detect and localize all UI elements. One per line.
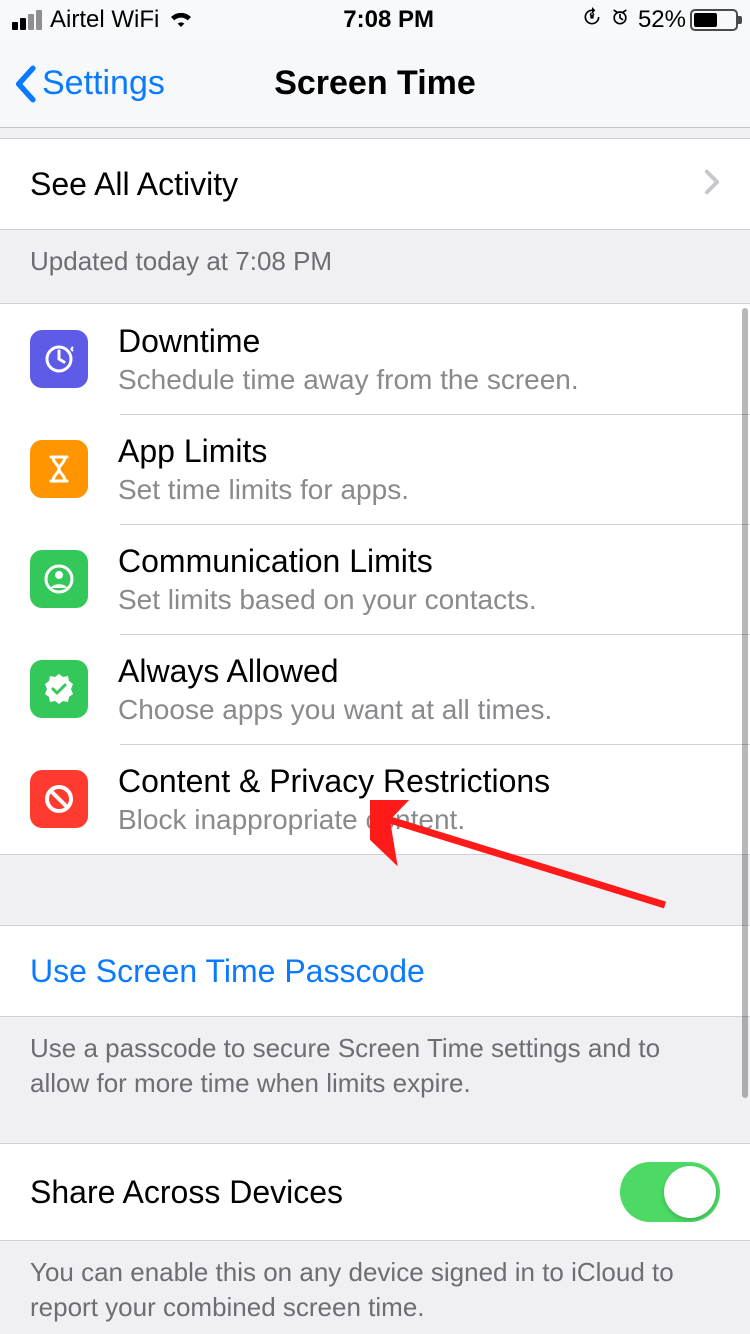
settings-list: Downtime Schedule time away from the scr… (0, 303, 750, 855)
app-limits-row[interactable]: App Limits Set time limits for apps. (0, 414, 750, 524)
checkmark-seal-icon (30, 660, 88, 718)
share-label: Share Across Devices (30, 1174, 343, 1211)
row-title: Communication Limits (118, 543, 720, 580)
clock-label: 7:08 PM (343, 6, 434, 34)
page-title: Screen Time (274, 64, 476, 103)
share-across-devices-row[interactable]: Share Across Devices (0, 1144, 750, 1240)
row-subtitle: Set limits based on your contacts. (118, 584, 720, 616)
nav-bar: Settings Screen Time (0, 40, 750, 128)
row-title: Always Allowed (118, 653, 720, 690)
share-toggle[interactable] (620, 1162, 720, 1222)
always-allowed-row[interactable]: Always Allowed Choose apps you want at a… (0, 634, 750, 744)
orientation-lock-icon (582, 6, 602, 34)
cellular-signal-icon (12, 10, 42, 30)
back-button[interactable]: Settings (14, 64, 165, 103)
contact-icon (30, 550, 88, 608)
updated-label: Updated today at 7:08 PM (0, 230, 750, 303)
status-bar: Airtel WiFi 7:08 PM 52% (0, 0, 750, 40)
use-passcode-row[interactable]: Use Screen Time Passcode (0, 926, 750, 1016)
row-subtitle: Set time limits for apps. (118, 474, 720, 506)
downtime-icon (30, 330, 88, 388)
hourglass-icon (30, 440, 88, 498)
battery-indicator: 52% (638, 6, 738, 34)
scroll-indicator[interactable] (742, 308, 748, 1098)
row-title: App Limits (118, 433, 720, 470)
carrier-label: Airtel WiFi (50, 6, 159, 34)
row-subtitle: Schedule time away from the screen. (118, 364, 720, 396)
row-subtitle: Choose apps you want at all times. (118, 694, 720, 726)
chevron-left-icon (14, 65, 36, 103)
see-all-activity-label: See All Activity (30, 166, 238, 203)
back-label: Settings (42, 64, 165, 103)
wifi-icon (167, 6, 195, 34)
row-title: Content & Privacy Restrictions (118, 763, 720, 800)
content-privacy-row[interactable]: Content & Privacy Restrictions Block ina… (0, 744, 750, 854)
communication-limits-row[interactable]: Communication Limits Set limits based on… (0, 524, 750, 634)
use-passcode-label: Use Screen Time Passcode (30, 953, 425, 990)
battery-percent: 52% (638, 6, 686, 34)
passcode-note: Use a passcode to secure Screen Time set… (0, 1017, 750, 1125)
see-all-activity-row[interactable]: See All Activity (0, 139, 750, 229)
row-subtitle: Block inappropriate content. (118, 804, 720, 836)
no-symbol-icon (30, 770, 88, 828)
chevron-right-icon (704, 169, 720, 200)
share-note: You can enable this on any device signed… (0, 1241, 750, 1334)
downtime-row[interactable]: Downtime Schedule time away from the scr… (0, 304, 750, 414)
row-title: Downtime (118, 323, 720, 360)
alarm-icon (610, 6, 630, 34)
